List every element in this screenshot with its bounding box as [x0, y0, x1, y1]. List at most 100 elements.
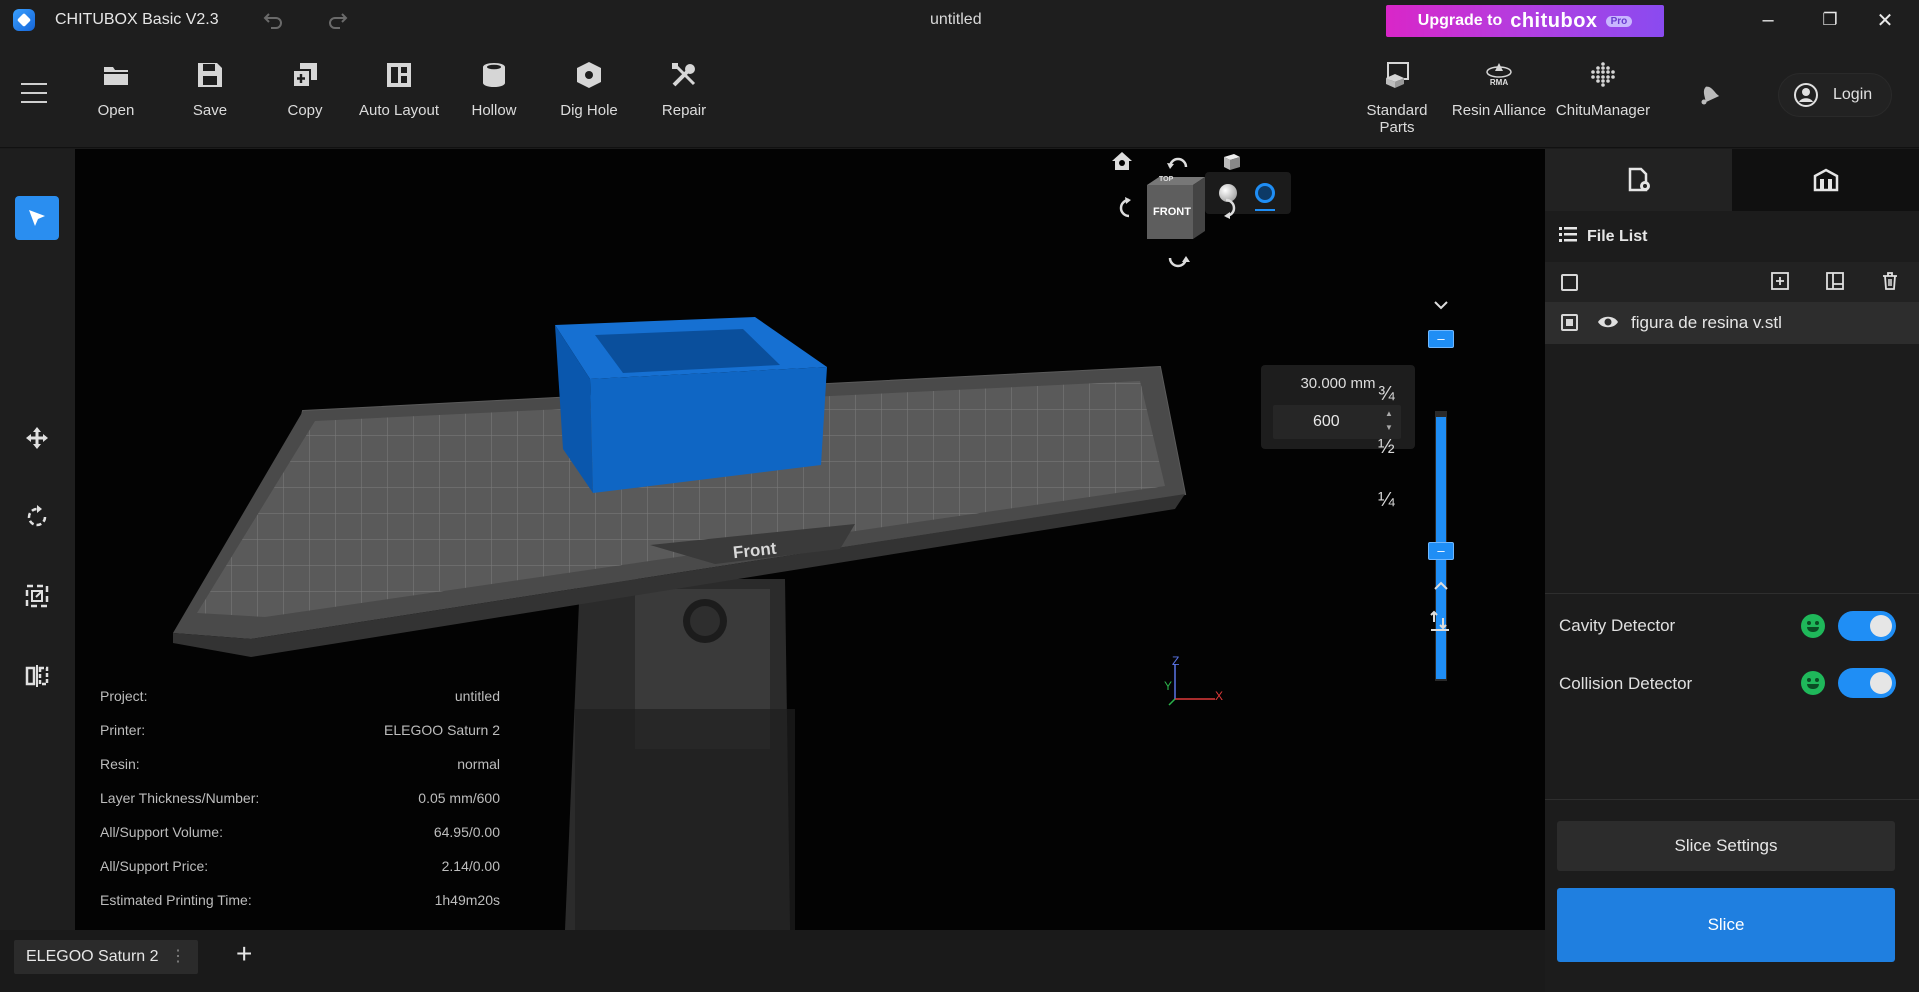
fraction-half: ½ — [1378, 436, 1395, 458]
xray-sphere-icon[interactable] — [1255, 183, 1275, 203]
main-toolbar: Open Save Copy Auto Layout Hollow Dig Ho… — [0, 40, 1919, 148]
delete-icon[interactable] — [1880, 271, 1900, 296]
info-value: 1h49m20s — [434, 892, 500, 908]
tab-file-settings[interactable] — [1545, 149, 1732, 211]
3d-viewport[interactable]: Front TOP FRONT 30.000 mm 600 ▲ ▼ – – ¾ … — [75, 149, 1545, 930]
file-settings-icon — [1628, 167, 1650, 192]
copy-label: Copy — [287, 102, 323, 119]
cavity-detector-label: Cavity Detector — [1559, 616, 1676, 635]
active-mode-indicator — [1255, 209, 1275, 211]
hollow-icon — [479, 60, 509, 90]
save-button[interactable]: Save — [165, 60, 255, 119]
resin-alliance-icon: RMA — [1484, 60, 1514, 90]
iso-view-icon[interactable] — [1220, 149, 1244, 178]
redo-icon[interactable] — [327, 8, 349, 36]
close-button[interactable]: ✕ — [1870, 6, 1900, 34]
arrange-icon[interactable] — [1825, 271, 1845, 296]
restore-button[interactable]: ❐ — [1815, 6, 1845, 34]
list-icon — [1559, 226, 1577, 247]
info-row: Printer: ELEGOO Saturn 2 — [100, 713, 500, 747]
rotate-left-icon[interactable] — [1111, 195, 1137, 226]
login-label: Login — [1833, 86, 1873, 103]
upgrade-label: Upgrade to — [1417, 12, 1503, 29]
auto-layout-button[interactable]: Auto Layout — [354, 60, 444, 119]
chitumanager-button[interactable]: ChituManager — [1553, 60, 1653, 119]
spin-down-icon[interactable]: ▼ — [1385, 423, 1393, 432]
app-logo-icon — [13, 9, 35, 31]
open-button[interactable]: Open — [71, 60, 161, 119]
slice-button[interactable]: Slice — [1557, 888, 1895, 962]
move-tool-button[interactable] — [15, 416, 59, 460]
title-bar: CHITUBOX Basic V2.3 untitled Upgrade to … — [0, 0, 1919, 40]
rma-text: RMA — [1489, 78, 1509, 87]
folder-icon — [101, 60, 131, 90]
document-title: untitled — [930, 11, 982, 28]
info-value: untitled — [454, 688, 500, 704]
standard-parts-button[interactable]: Standard Parts — [1347, 60, 1447, 136]
chitumanager-icon — [1588, 60, 1618, 90]
info-row: Project: untitled — [100, 679, 500, 713]
repair-button[interactable]: Repair — [639, 60, 729, 119]
scale-tool-button[interactable] — [15, 574, 59, 618]
axis-z-label: Z — [1172, 654, 1180, 668]
info-key: Resin: — [100, 756, 140, 772]
auto-layout-label: Auto Layout — [358, 102, 440, 119]
login-button[interactable]: Login — [1778, 73, 1892, 117]
repair-icon — [669, 60, 699, 90]
select-icon — [29, 210, 45, 226]
hollow-label: Hollow — [471, 102, 517, 119]
spin-up-icon[interactable]: ▲ — [1385, 409, 1393, 418]
view-cube-top: TOP — [1159, 176, 1174, 183]
select-all-checkbox[interactable] — [1561, 274, 1578, 291]
tab-printer-settings[interactable] — [1732, 149, 1919, 211]
file-checkbox[interactable] — [1561, 314, 1578, 331]
pro-badge: Pro — [1605, 15, 1633, 27]
save-label: Save — [192, 102, 228, 119]
layer-number-input[interactable]: 600 — [1273, 405, 1401, 439]
add-printer-tab-button[interactable]: + — [236, 938, 252, 970]
copy-button[interactable]: Copy — [260, 60, 350, 119]
file-list-item[interactable]: figura de resina v.stl — [1545, 302, 1919, 344]
view-cube[interactable]: TOP FRONT — [1145, 175, 1207, 241]
minimize-button[interactable]: – — [1753, 6, 1783, 34]
info-value: 2.14/0.00 — [441, 858, 500, 874]
mirror-tool-button[interactable] — [15, 654, 59, 698]
select-tool-button[interactable] — [15, 196, 59, 240]
panel-divider — [1545, 799, 1919, 800]
undo-icon[interactable] — [262, 8, 284, 36]
info-key: Layer Thickness/Number: — [100, 790, 260, 806]
hollow-button[interactable]: Hollow — [449, 60, 539, 119]
eye-icon[interactable] — [1597, 314, 1619, 335]
dig-hole-icon — [574, 60, 604, 90]
standard-parts-label: Standard Parts — [1366, 102, 1428, 136]
layer-slider-bottom-knob[interactable]: – — [1428, 542, 1454, 560]
dig-hole-button[interactable]: Dig Hole — [544, 60, 634, 119]
file-list-title: File List — [1587, 227, 1648, 245]
info-key: All/Support Price: — [100, 858, 209, 874]
notification-bell-icon[interactable] — [1694, 78, 1724, 113]
info-key: Estimated Printing Time: — [100, 892, 252, 908]
info-row: Layer Thickness/Number: 0.05 mm/600 — [100, 781, 500, 815]
printer-tab[interactable]: ELEGOO Saturn 2 ⋮ — [14, 940, 198, 974]
rotate-down-icon[interactable] — [1165, 250, 1191, 281]
save-icon — [195, 60, 225, 90]
mirror-icon — [25, 665, 49, 687]
slice-settings-button[interactable]: Slice Settings — [1557, 821, 1895, 871]
resin-alliance-button[interactable]: RMA Resin Alliance — [1449, 60, 1549, 119]
rotate-tool-button[interactable] — [15, 495, 59, 539]
slider-expand-icon[interactable] — [1433, 578, 1449, 596]
slider-collapse-icon[interactable] — [1433, 297, 1449, 315]
copy-icon — [290, 60, 320, 90]
cavity-detector-toggle[interactable] — [1838, 611, 1896, 641]
add-file-icon[interactable] — [1770, 271, 1790, 296]
upgrade-button[interactable]: Upgrade to chitubox Pro — [1386, 5, 1664, 37]
rotate-right-icon[interactable] — [1218, 195, 1244, 226]
menu-icon[interactable] — [21, 83, 47, 103]
layer-slider-top-knob[interactable]: – — [1428, 330, 1454, 348]
home-view-icon[interactable] — [1110, 149, 1134, 180]
info-value: 0.05 mm/600 — [418, 790, 500, 806]
more-options-icon[interactable]: ⋮ — [170, 940, 186, 974]
slider-reset-icon[interactable] — [1428, 608, 1452, 637]
fraction-three-quarters: ¾ — [1378, 383, 1395, 405]
collision-detector-toggle[interactable] — [1838, 668, 1896, 698]
